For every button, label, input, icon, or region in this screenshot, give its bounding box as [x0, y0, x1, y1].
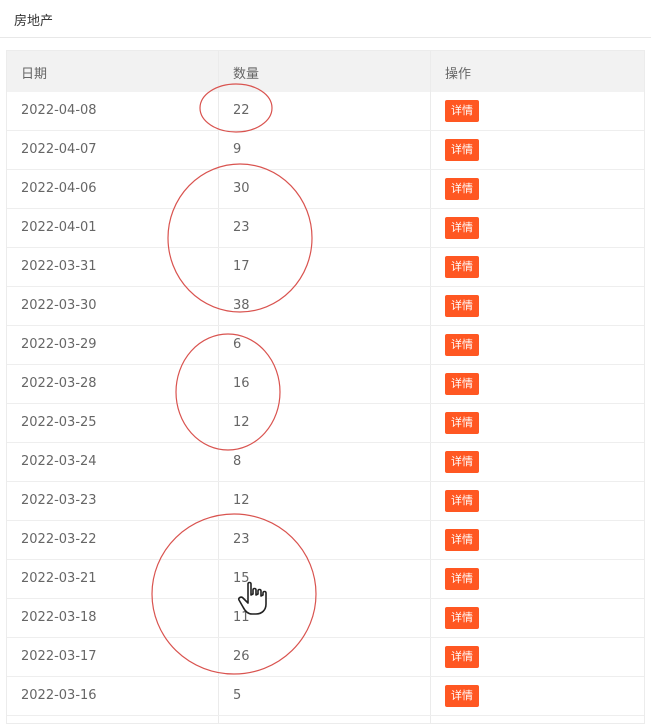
- date-cell: 2022-04-01: [21, 220, 97, 235]
- detail-button[interactable]: 详情: [445, 217, 479, 239]
- table-header: 日期 数量 操作: [7, 51, 644, 92]
- date-cell: 2022-03-17: [21, 649, 97, 664]
- quantity-cell: 5: [233, 688, 242, 703]
- quantity-cell: 12: [233, 415, 250, 430]
- table-row: 2022-03-30 38 详情: [7, 287, 644, 326]
- quantity-cell: 26: [233, 649, 250, 664]
- date-cell: 2022-03-23: [21, 493, 97, 508]
- data-table: 日期 数量 操作 2022-04-08 22 详情 2022-04-07 9 详情 2022…: [6, 50, 645, 724]
- page-title: 房地产: [14, 14, 54, 29]
- date-cell: 2022-03-31: [21, 259, 97, 274]
- quantity-cell: 22: [233, 103, 250, 118]
- detail-button[interactable]: 详情: [445, 139, 479, 161]
- quantity-cell: 9: [233, 142, 242, 157]
- table-row: 2022-04-01 23 详情: [7, 209, 644, 248]
- detail-button[interactable]: 详情: [445, 295, 479, 317]
- detail-button[interactable]: 详情: [445, 373, 479, 395]
- detail-button[interactable]: 详情: [445, 256, 479, 278]
- quantity-cell: 6: [233, 337, 242, 352]
- table-row: 2022-03-18 11 详情: [7, 599, 644, 638]
- detail-button[interactable]: 详情: [445, 685, 479, 707]
- date-cell: 2022-03-18: [21, 610, 97, 625]
- detail-button[interactable]: 详情: [445, 646, 479, 668]
- table-row: 2022-03-28 16 详情: [7, 365, 644, 404]
- date-cell: 2022-03-24: [21, 454, 97, 469]
- date-cell: 2022-03-28: [21, 376, 97, 391]
- table-row: 2022-03-24 8 详情: [7, 443, 644, 482]
- detail-button[interactable]: 详情: [445, 490, 479, 512]
- date-cell: 2022-03-25: [21, 415, 97, 430]
- table-row: 2022-03-29 6 详情: [7, 326, 644, 365]
- date-cell: 2022-03-30: [21, 298, 97, 313]
- table-row: 2022-04-06 30 详情: [7, 170, 644, 209]
- detail-button[interactable]: 详情: [445, 451, 479, 473]
- date-cell: 2022-03-29: [21, 337, 97, 352]
- date-cell: 2022-04-08: [21, 103, 97, 118]
- date-cell: 2022-03-16: [21, 688, 97, 703]
- table-row: 2022-03-31 17 详情: [7, 248, 644, 287]
- detail-button[interactable]: 详情: [445, 334, 479, 356]
- date-cell: 2022-03-21: [21, 571, 97, 586]
- quantity-cell: 23: [233, 532, 250, 547]
- quantity-cell: 23: [233, 220, 250, 235]
- date-cell: 2022-04-07: [21, 142, 97, 157]
- quantity-cell: 30: [233, 181, 250, 196]
- detail-button[interactable]: 详情: [445, 100, 479, 122]
- top-bar: 房地产: [0, 0, 651, 38]
- table-row: 2022-03-25 12 详情: [7, 404, 644, 443]
- column-header-action: 操作: [445, 67, 472, 82]
- table-row: 2022-03-17 26 详情: [7, 638, 644, 677]
- detail-button[interactable]: 详情: [445, 607, 479, 629]
- detail-button[interactable]: 详情: [445, 568, 479, 590]
- column-header-quantity: 数量: [233, 67, 260, 82]
- table-row: 2022-03-16 5 详情: [7, 677, 644, 716]
- table-row: 2022-04-07 9 详情: [7, 131, 644, 170]
- quantity-cell: 8: [233, 454, 242, 469]
- table-body: 2022-04-08 22 详情 2022-04-07 9 详情 2022-04-06 30 详…: [7, 92, 644, 716]
- table-row: 2022-03-21 15 详情: [7, 560, 644, 599]
- date-cell: 2022-04-06: [21, 181, 97, 196]
- detail-button[interactable]: 详情: [445, 529, 479, 551]
- quantity-cell: 16: [233, 376, 250, 391]
- date-cell: 2022-03-22: [21, 532, 97, 547]
- quantity-cell: 38: [233, 298, 250, 313]
- quantity-cell: 12: [233, 493, 250, 508]
- hand-pointer-icon: [238, 581, 267, 615]
- quantity-cell: 17: [233, 259, 250, 274]
- column-header-date: 日期: [21, 67, 48, 82]
- detail-button[interactable]: 详情: [445, 412, 479, 434]
- table-row: 2022-03-22 23 详情: [7, 521, 644, 560]
- table-row: 2022-03-23 12 详情: [7, 482, 644, 521]
- table-row: 2022-04-08 22 详情: [7, 92, 644, 131]
- detail-button[interactable]: 详情: [445, 178, 479, 200]
